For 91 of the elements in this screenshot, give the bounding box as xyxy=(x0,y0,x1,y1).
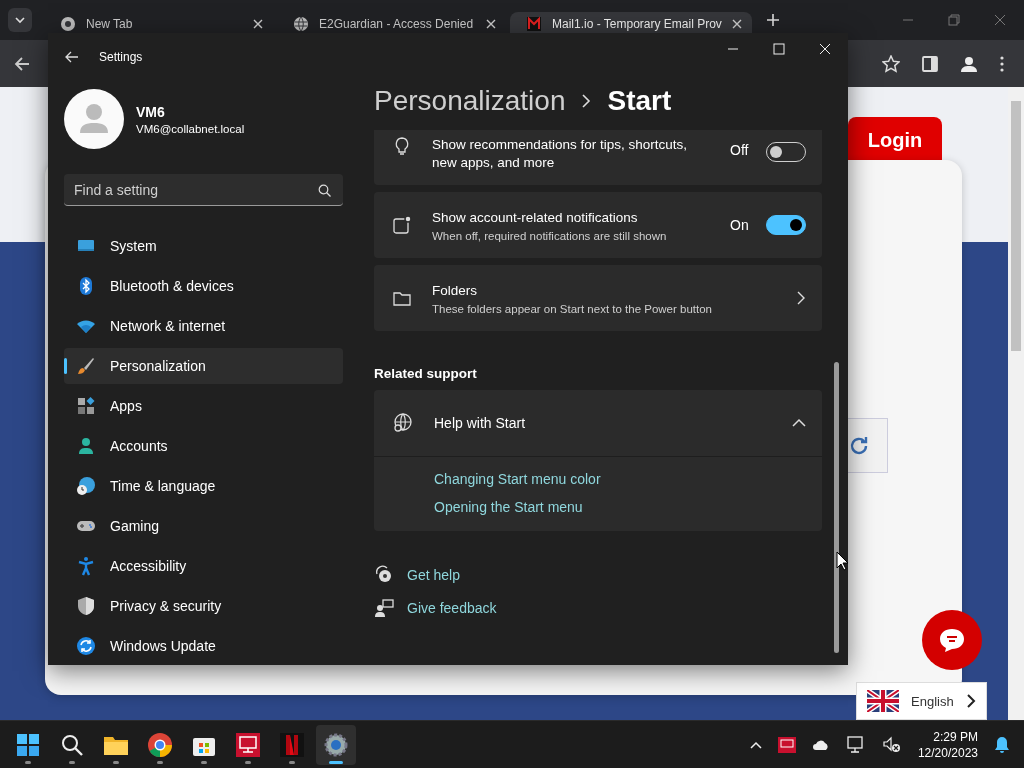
window-title: Settings xyxy=(99,50,143,64)
notification-icon xyxy=(392,215,412,235)
star-icon[interactable] xyxy=(882,54,900,73)
user-email: VM6@collabnet.local xyxy=(136,122,245,135)
setting-title: Show account-related notifications xyxy=(432,208,639,227)
footer-link[interactable]: Give feedback xyxy=(407,600,497,616)
taskbar-app[interactable] xyxy=(316,724,356,765)
notification-bell-icon[interactable] xyxy=(994,735,1010,754)
nav-item[interactable]: Privacy & security xyxy=(64,588,343,624)
chevron-icon[interactable] xyxy=(749,740,762,749)
chevron-icon xyxy=(14,14,26,26)
setting-description: These folders appear on Start next to the Power button xyxy=(432,302,713,315)
page-title: Start xyxy=(607,84,672,117)
help-link[interactable]: Changing Start menu color xyxy=(434,471,601,487)
globe-search-icon xyxy=(392,412,414,434)
chat-icon xyxy=(938,627,966,653)
close-icon[interactable] xyxy=(253,19,263,29)
nav-item[interactable]: System xyxy=(64,228,343,264)
help-link[interactable]: Opening the Start menu xyxy=(434,499,583,515)
mouse-pointer-icon xyxy=(836,551,848,571)
sync-icon xyxy=(76,636,96,656)
video-app-icon xyxy=(279,731,305,758)
search-icon xyxy=(318,184,331,197)
user-name: VM6 xyxy=(136,103,166,120)
remote-desktop-icon[interactable] xyxy=(777,736,796,753)
setting-row[interactable]: Folders These folders appear on Start next to the Power button xyxy=(374,265,822,331)
mail-icon xyxy=(526,16,542,32)
network-icon[interactable] xyxy=(845,735,866,754)
footer-link[interactable]: Get help xyxy=(407,567,460,583)
chevron-icon xyxy=(792,418,806,428)
chevron-icon xyxy=(966,694,976,708)
nav-item[interactable]: Bluetooth & devices xyxy=(64,268,343,304)
search-field[interactable]: Find a setting xyxy=(64,174,343,206)
menu-icon[interactable] xyxy=(1000,55,1004,72)
nav-item[interactable]: Personalization xyxy=(64,348,343,384)
flag-icon xyxy=(867,690,899,712)
nav-item[interactable]: Accounts xyxy=(64,428,343,464)
new-tab-icon[interactable] xyxy=(765,13,780,27)
close-icon[interactable] xyxy=(731,19,742,29)
chevron-icon xyxy=(796,291,806,305)
language-selector[interactable]: English xyxy=(856,682,987,720)
setting-title: Show recommendations for tips, shortcuts, new apps, and more xyxy=(432,136,689,172)
globe-icon xyxy=(293,16,309,32)
nav-item[interactable]: Windows Update xyxy=(64,628,343,664)
profile-icon[interactable] xyxy=(960,54,978,73)
help-icon xyxy=(374,565,394,585)
globe-clock-icon xyxy=(76,476,96,496)
back-icon[interactable] xyxy=(65,51,79,63)
shield-icon xyxy=(76,596,96,616)
nav-item[interactable]: Apps xyxy=(64,388,343,424)
clock-date[interactable]: 12/20/2023 xyxy=(917,745,978,760)
toggle-state: Off xyxy=(730,142,750,158)
tab-search-button[interactable] xyxy=(8,8,32,32)
breadcrumb-link[interactable]: Personalization xyxy=(374,84,566,117)
help-expander[interactable]: Help with Start xyxy=(374,390,822,457)
sidebar-icon[interactable] xyxy=(922,55,938,72)
setting-row[interactable]: Show recommendations for tips, shortcuts, new apps, and more Off xyxy=(374,130,822,185)
accessibility-icon xyxy=(76,556,96,576)
setting-title: Folders xyxy=(432,281,478,300)
login-tab[interactable]: Login xyxy=(848,117,942,163)
avatar-icon xyxy=(64,89,124,149)
nav-item[interactable]: Time & language xyxy=(64,468,343,504)
brush-icon xyxy=(76,356,96,376)
volume-muted-icon[interactable] xyxy=(881,735,902,754)
toggle-switch[interactable] xyxy=(766,215,806,235)
gear-icon xyxy=(323,731,349,758)
nav-item[interactable]: Accessibility xyxy=(64,548,343,584)
setting-description: When off, required notifications are still shown xyxy=(432,229,668,242)
apps-icon xyxy=(76,396,96,416)
setting-row[interactable]: Show account-related notifications When off, required notifications are still shown On xyxy=(374,192,822,258)
nav-item[interactable]: Network & internet xyxy=(64,308,343,344)
nav-item[interactable]: Gaming xyxy=(64,508,343,544)
clock-time[interactable]: 2:29 PM xyxy=(933,729,978,744)
browser-tab[interactable]: E2Guardian - Access Denied xyxy=(277,11,506,37)
person-icon xyxy=(76,436,96,456)
chevron-icon xyxy=(581,93,592,108)
restore-icon[interactable] xyxy=(948,14,960,26)
close-icon[interactable] xyxy=(486,19,496,29)
toggle-state: On xyxy=(730,217,750,233)
refresh-icon xyxy=(848,434,870,457)
browser-icon xyxy=(60,16,76,32)
section-heading: Related support xyxy=(374,366,478,381)
feedback-icon xyxy=(374,598,394,618)
refresh-button[interactable] xyxy=(848,418,888,473)
cloud-icon[interactable] xyxy=(811,738,830,751)
remote-desktop-icon xyxy=(235,731,261,758)
back-icon[interactable] xyxy=(14,55,30,72)
browser-tab[interactable]: New Tab xyxy=(44,11,273,37)
chrome-icon xyxy=(147,731,173,758)
maximize-icon[interactable] xyxy=(773,43,785,55)
windows-icon xyxy=(15,731,41,758)
